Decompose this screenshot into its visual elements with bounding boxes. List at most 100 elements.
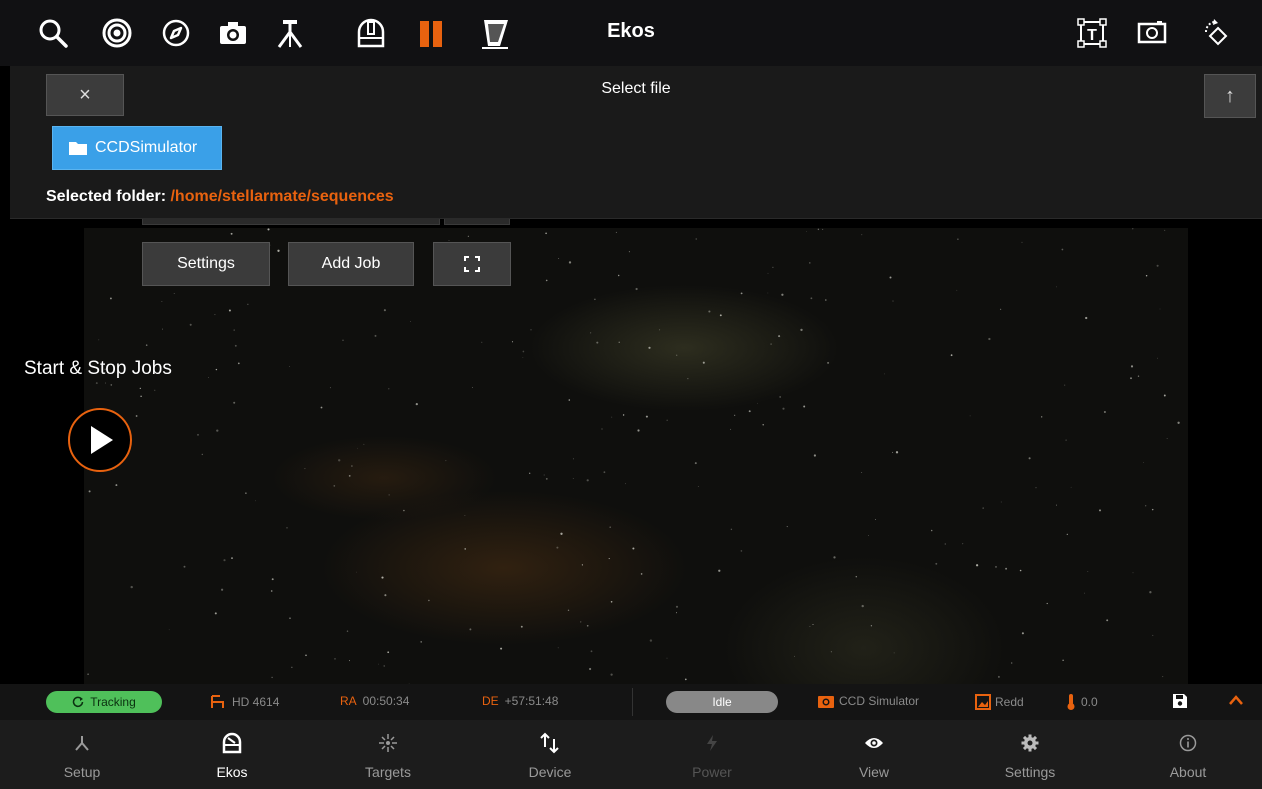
star xyxy=(409,321,411,323)
observatory-icon[interactable] xyxy=(352,14,390,52)
play-button[interactable] xyxy=(68,408,132,472)
star xyxy=(770,343,772,345)
star xyxy=(568,399,571,401)
star xyxy=(718,569,721,572)
star xyxy=(782,407,785,410)
star xyxy=(572,478,574,479)
star xyxy=(381,576,384,579)
star xyxy=(594,298,596,301)
star xyxy=(233,401,236,404)
star xyxy=(874,518,877,521)
add-job-button[interactable]: Add Job xyxy=(288,242,414,286)
text-frame-icon[interactable]: T xyxy=(1073,14,1111,52)
star xyxy=(618,341,620,343)
star xyxy=(870,625,873,627)
save-icon[interactable] xyxy=(1172,693,1188,709)
nav-setup[interactable]: Setup xyxy=(12,720,152,789)
star xyxy=(1145,275,1148,277)
star xyxy=(590,650,593,653)
star xyxy=(590,332,592,334)
camera-status: CCD Simulator xyxy=(818,694,919,708)
star xyxy=(567,609,570,612)
up-folder-button[interactable]: ↑ xyxy=(1204,74,1256,118)
star xyxy=(469,628,472,631)
star xyxy=(969,415,971,417)
nav-ekos[interactable]: Ekos xyxy=(162,720,302,789)
star xyxy=(962,543,964,545)
star xyxy=(695,238,697,240)
star xyxy=(530,329,532,331)
star xyxy=(383,309,386,312)
star xyxy=(1005,567,1008,570)
star xyxy=(855,575,858,578)
expand-icon xyxy=(464,256,480,272)
star xyxy=(168,629,170,631)
compass-icon[interactable] xyxy=(157,14,195,52)
frame-icon[interactable] xyxy=(1133,14,1171,52)
star xyxy=(1130,377,1132,380)
star xyxy=(608,558,610,560)
nav-targets[interactable]: Targets xyxy=(318,720,458,789)
star xyxy=(825,299,827,301)
dialog-title: Select file xyxy=(601,80,671,97)
star xyxy=(666,419,668,421)
fullscreen-button[interactable] xyxy=(433,242,511,286)
star xyxy=(730,528,733,531)
star xyxy=(740,292,743,295)
star xyxy=(568,261,572,264)
star xyxy=(684,678,687,681)
star xyxy=(1149,591,1152,594)
star xyxy=(223,559,226,562)
tracking-status: Tracking xyxy=(46,691,162,713)
nav-settings[interactable]: Settings xyxy=(960,720,1100,789)
rotate-icon[interactable] xyxy=(1196,14,1234,52)
star xyxy=(889,276,892,279)
star xyxy=(140,395,142,398)
star xyxy=(428,599,430,602)
nav-label: Device xyxy=(528,764,572,780)
selected-folder-path: /home/stellarmate/sequences xyxy=(170,188,394,205)
star xyxy=(1162,676,1164,678)
star xyxy=(1056,504,1057,506)
nav-about[interactable]: About xyxy=(1118,720,1258,789)
star xyxy=(589,667,592,671)
star xyxy=(388,388,390,390)
nav-label: About xyxy=(1169,764,1207,780)
star xyxy=(183,565,186,568)
star xyxy=(1145,505,1147,507)
mount-icon[interactable] xyxy=(271,14,309,52)
star xyxy=(500,647,503,650)
star xyxy=(659,329,661,331)
de-label: DE xyxy=(482,694,499,708)
star xyxy=(329,387,331,389)
nav-view[interactable]: View xyxy=(804,720,944,789)
search-icon[interactable] xyxy=(34,14,72,52)
star xyxy=(87,673,89,676)
star xyxy=(154,389,156,391)
star xyxy=(1098,509,1102,512)
star xyxy=(810,297,813,300)
star xyxy=(1164,229,1166,231)
star xyxy=(1163,394,1166,397)
scheduler-icon[interactable] xyxy=(413,14,451,52)
star xyxy=(861,472,863,473)
star xyxy=(115,484,118,487)
folder-item-ccdsimulator[interactable]: CCDSimulator xyxy=(52,126,222,170)
nav-device[interactable]: Device xyxy=(480,720,620,789)
star xyxy=(610,600,613,603)
star xyxy=(740,550,743,552)
star xyxy=(277,249,280,252)
star xyxy=(830,651,832,653)
target-icon[interactable] xyxy=(98,14,136,52)
chevron-up-icon[interactable] xyxy=(1228,694,1244,706)
star xyxy=(778,335,781,338)
settings-button[interactable]: Settings xyxy=(142,242,270,286)
star xyxy=(520,625,523,628)
camera-icon[interactable] xyxy=(214,14,252,52)
nav-power[interactable]: Power xyxy=(642,720,782,789)
star xyxy=(139,387,141,390)
star xyxy=(98,339,100,341)
star xyxy=(868,534,869,536)
star xyxy=(270,590,273,592)
focuser-icon[interactable] xyxy=(476,14,514,52)
